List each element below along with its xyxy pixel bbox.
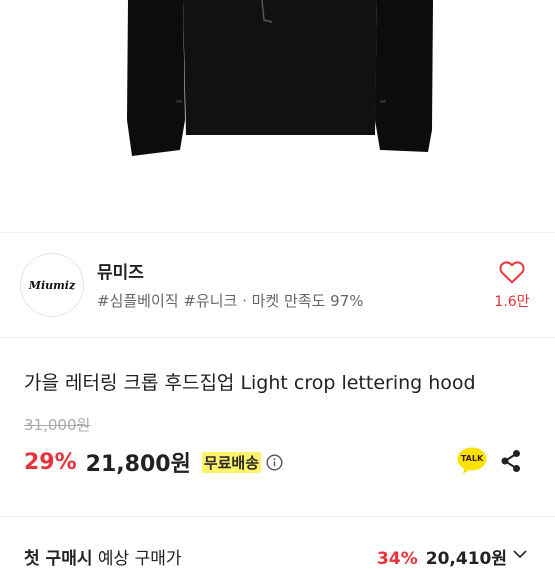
talk-label: TALK xyxy=(460,454,484,463)
divider xyxy=(0,337,555,338)
shop-name[interactable]: 뮤미즈 xyxy=(97,258,144,283)
like-count: 1.6만 xyxy=(494,294,530,310)
sale-price: 21,800원 xyxy=(85,452,191,477)
first-purchase-label: 첫 구매시 예상 구매가 xyxy=(24,544,182,569)
free-shipping-badge: 무료배송 xyxy=(201,451,262,473)
first-purchase-label-rest: 예상 구매가 xyxy=(92,549,182,569)
share-icon xyxy=(501,450,520,472)
first-purchase-amount: 20,410원 xyxy=(425,549,507,569)
shop-tags: #심플베이직 #유니크 · 마켓 만족도 97% xyxy=(97,292,364,310)
heart-icon xyxy=(499,261,525,284)
product-title: 가을 레터링 크롭 후드집업 Light crop lettering hood xyxy=(24,372,476,394)
shop-logo-text: Miumiz xyxy=(28,278,76,292)
divider xyxy=(0,516,555,517)
like-button[interactable]: 1.6만 xyxy=(490,257,534,313)
discount-rate: 29% xyxy=(24,449,77,475)
info-icon[interactable] xyxy=(266,453,283,471)
original-price: 31,000원 xyxy=(24,416,91,434)
kakao-talk-button[interactable]: TALK xyxy=(457,447,487,479)
divider xyxy=(0,232,555,233)
first-purchase-price[interactable]: 34% 20,410원 xyxy=(377,544,507,569)
first-purchase-discount: 34% xyxy=(377,549,418,569)
hoodie-image xyxy=(127,0,433,156)
share-button[interactable] xyxy=(497,447,525,479)
first-purchase-label-strong: 첫 구매시 xyxy=(24,549,93,569)
product-image[interactable] xyxy=(0,0,555,232)
price-row: 29% 21,800원 무료배송 xyxy=(24,447,283,477)
shop-avatar[interactable]: Miumiz xyxy=(20,253,84,317)
